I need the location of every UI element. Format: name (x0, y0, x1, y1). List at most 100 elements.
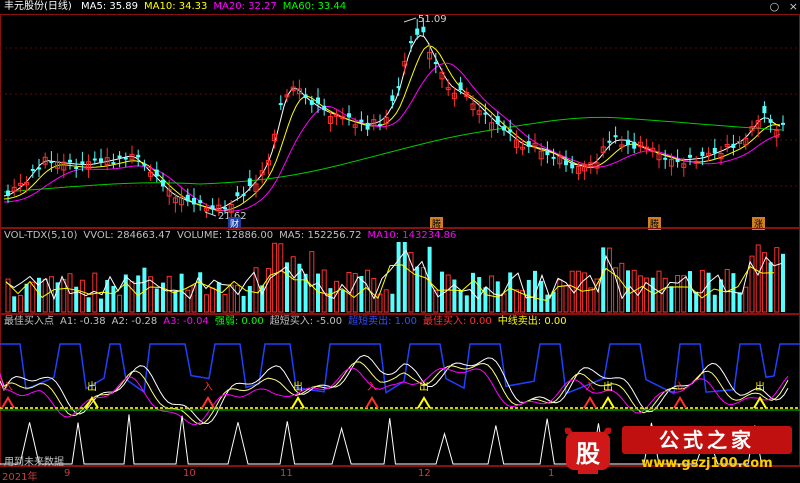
volume-bar (427, 246, 432, 312)
volume-bar (737, 292, 742, 312)
candle-body (762, 106, 767, 114)
volume-bar (99, 298, 103, 312)
candle-body (632, 141, 637, 149)
candle-body (731, 143, 736, 148)
buy-label: 入 (585, 382, 595, 393)
volume-bar (513, 289, 519, 313)
candle-body (309, 100, 314, 105)
candle-body (712, 147, 717, 154)
volume-bar (390, 293, 395, 312)
sell-label: 出 (755, 380, 765, 393)
volume-bar (216, 282, 221, 312)
volume-bar (309, 251, 315, 313)
candle-body (526, 141, 531, 147)
candle-body (396, 86, 401, 89)
volume-bar (445, 274, 451, 313)
volume-bar (681, 275, 687, 313)
volume-bar (117, 294, 123, 313)
volume-bar (328, 288, 333, 312)
logo-glyph: 股 (576, 439, 600, 468)
volume-bar (173, 290, 178, 312)
volume-bar (316, 273, 320, 312)
axis-label: 1 (548, 468, 555, 479)
candle-body (458, 82, 463, 91)
volume-bar (464, 295, 469, 312)
volume-bar (420, 267, 426, 313)
sell-marker (291, 396, 305, 409)
volume-bar (588, 287, 594, 313)
volume-bar (440, 271, 444, 312)
high-price-label: 51.09 (418, 14, 447, 25)
sell-label: 出 (419, 380, 429, 393)
volume-bar (278, 243, 284, 313)
candle-body (551, 156, 556, 159)
candle-body (322, 105, 327, 111)
a3-line (0, 367, 789, 426)
buy-marker (365, 396, 379, 409)
candle-body (421, 26, 426, 33)
axis-label: 10 (183, 468, 196, 479)
candle-body (483, 112, 488, 115)
candle-body (378, 124, 382, 127)
candle-body (49, 160, 54, 163)
volume-bar (12, 296, 17, 312)
volume-bar (210, 287, 216, 313)
candle-body (347, 113, 351, 118)
volume-bar (86, 297, 91, 312)
volume-bar (501, 293, 507, 313)
vol-ma5-line (5, 249, 783, 301)
candle-body (781, 122, 785, 125)
volume-bar (365, 269, 371, 313)
candle-body (564, 160, 568, 166)
candle-body (508, 129, 513, 133)
volume-bar (272, 242, 278, 313)
logo-icon: 股 (560, 424, 616, 476)
candle-body (613, 135, 618, 138)
ma5-line (3, 34, 781, 210)
candlestick-chart[interactable] (0, 0, 800, 228)
volume-bar (105, 279, 110, 312)
volume-bar (234, 285, 240, 313)
volume-bar (569, 270, 575, 313)
volume-bar (396, 242, 401, 312)
volume-bar (228, 284, 234, 313)
buy-label: 入 (367, 382, 377, 393)
candle-body (161, 179, 165, 187)
candle-body (390, 95, 395, 101)
candle-body (365, 122, 370, 130)
volume-bar (694, 291, 699, 312)
candle-body (74, 167, 79, 170)
candle-body (675, 158, 680, 163)
volume-bar (675, 275, 681, 313)
candle-body (210, 205, 215, 210)
candle-body (192, 197, 196, 205)
volume-bar (383, 289, 389, 313)
candle-body (198, 200, 203, 204)
a2-line (0, 361, 789, 425)
volume-bar (557, 279, 563, 313)
candle-body (111, 162, 116, 165)
volume-bar (539, 280, 544, 312)
sell-label: 出 (293, 380, 303, 393)
high-marker (403, 17, 417, 23)
candle-body (688, 154, 692, 158)
volume-bar (48, 276, 54, 313)
candle-body (700, 151, 705, 157)
sell-label: 出 (603, 380, 613, 393)
volume-bar (483, 287, 488, 312)
volume-bar (619, 262, 625, 313)
volume-bar (340, 289, 345, 312)
candle-body (303, 94, 308, 99)
volume-chart[interactable] (0, 228, 800, 314)
candle-body (92, 158, 97, 161)
buy-label: 入 (675, 382, 685, 393)
watermark: 股 公式之家 www.gszj100.com (560, 424, 800, 480)
candle-body (117, 155, 122, 159)
buy-marker (673, 396, 687, 409)
volume-bar (458, 290, 463, 312)
buy-marker (201, 396, 215, 409)
site-url: www.gszj100.com (641, 456, 773, 471)
candle-body (235, 192, 240, 197)
candle-body (663, 157, 668, 160)
volume-bar (24, 283, 29, 312)
